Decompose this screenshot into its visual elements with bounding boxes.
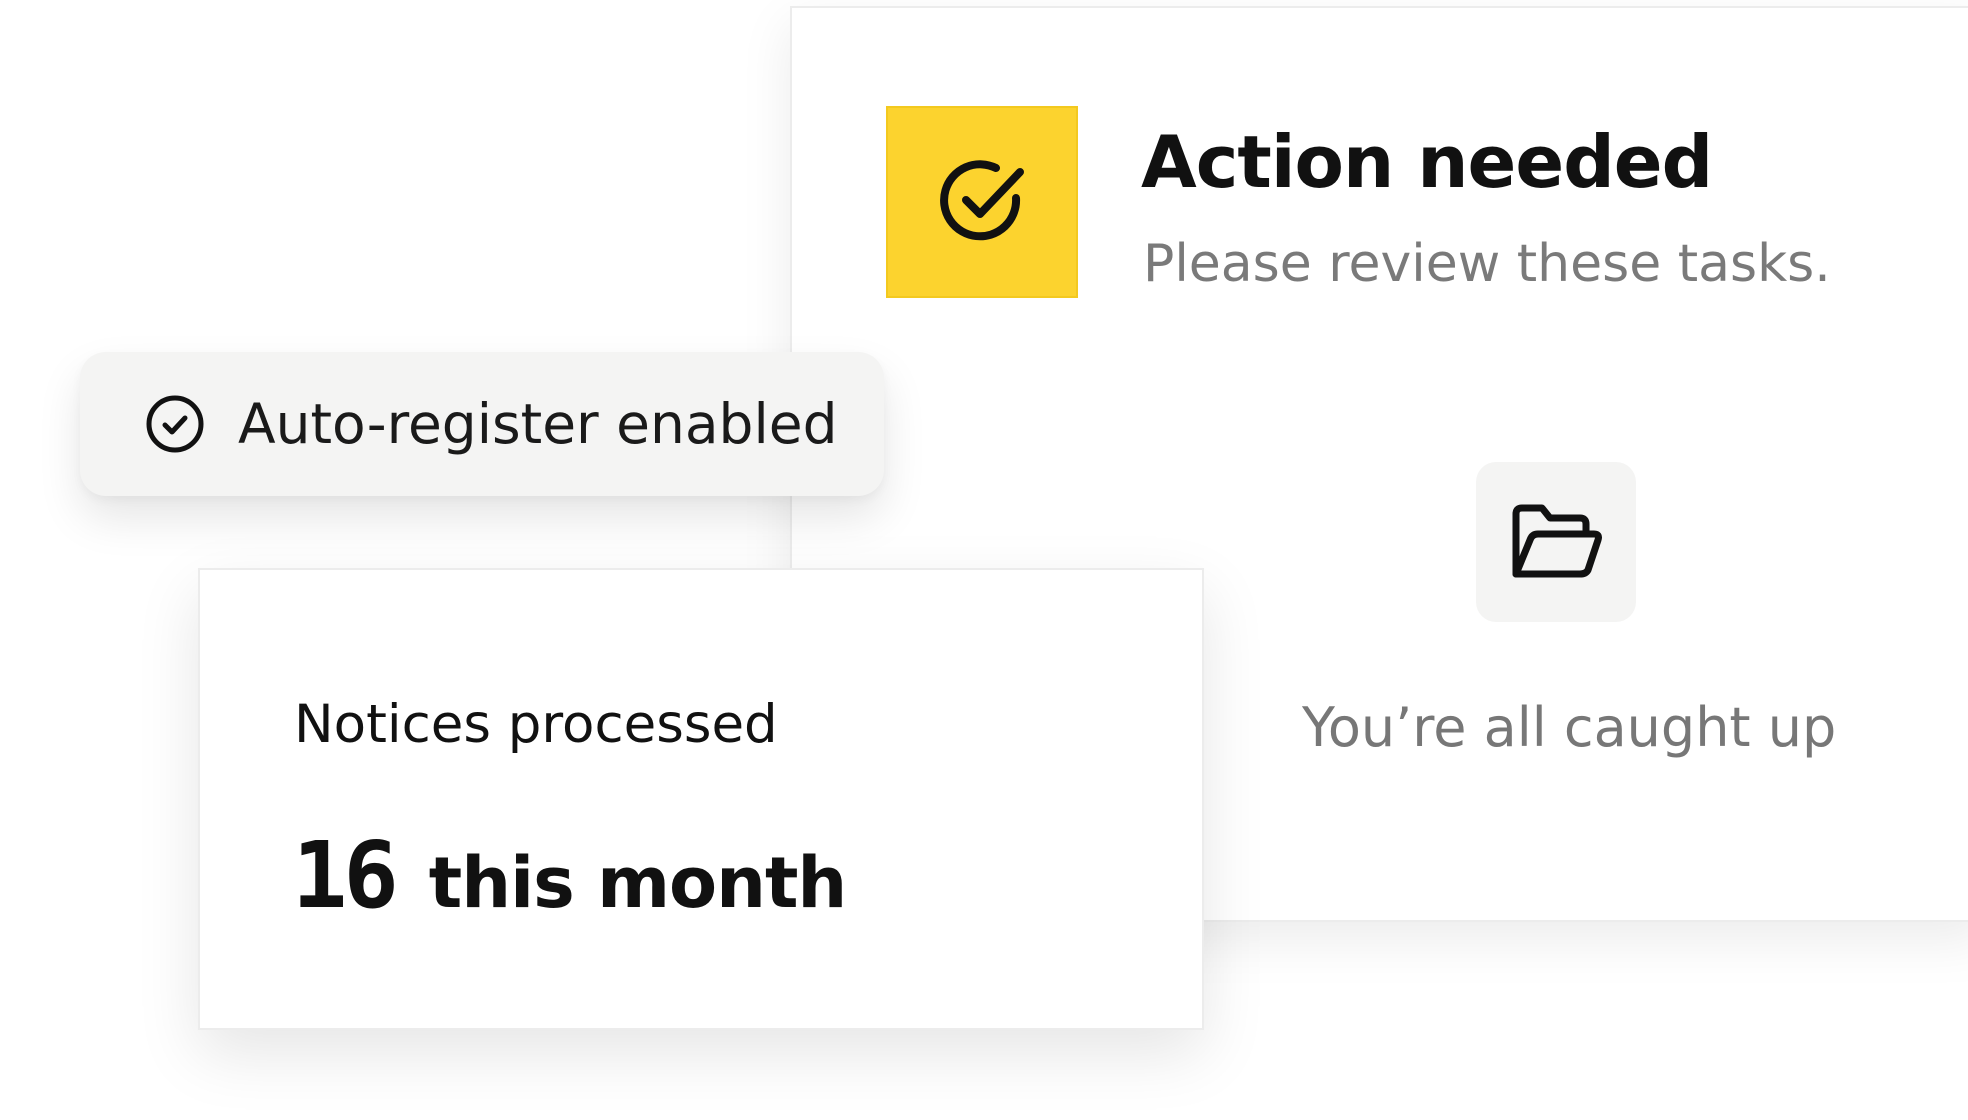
notices-value: 16 this month (292, 822, 847, 929)
auto-register-label: Auto-register enabled (238, 392, 838, 456)
notices-processed-card: Notices processed 16 this month (198, 568, 1204, 1030)
action-icon-tile (886, 106, 1078, 298)
action-title: Action needed (1141, 120, 1713, 204)
notices-label: Notices processed (294, 694, 778, 755)
empty-state-text: You’re all caught up (1302, 696, 1837, 759)
empty-state-icon-tile (1476, 462, 1636, 622)
action-subtitle: Please review these tasks. (1143, 234, 1831, 294)
check-circle-icon (940, 160, 1024, 241)
check-circle-icon (144, 393, 206, 455)
notices-period: this month (428, 842, 847, 924)
folder-open-icon (1512, 504, 1602, 578)
auto-register-status: Auto-register enabled (80, 352, 884, 496)
canvas: Action needed Please review these tasks.… (0, 0, 1968, 1120)
notices-count: 16 (292, 822, 399, 929)
